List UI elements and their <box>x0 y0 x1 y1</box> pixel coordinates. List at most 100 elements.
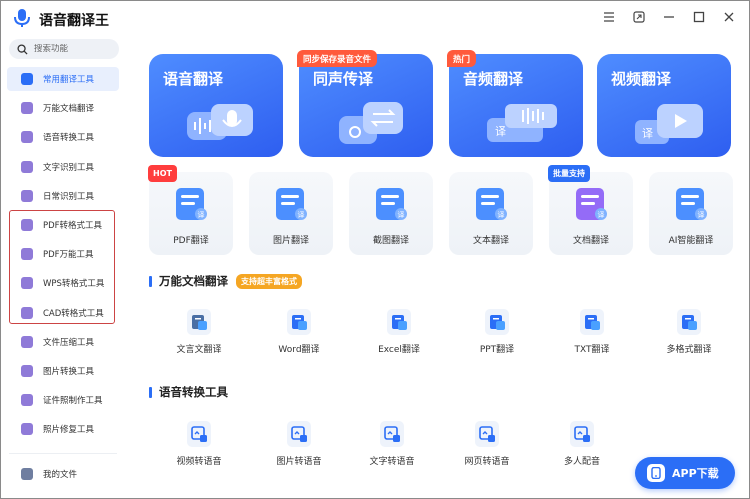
svg-text:译: 译 <box>198 211 205 219</box>
doc-item-4[interactable]: TXT翻译 <box>557 309 627 363</box>
svg-text:译: 译 <box>495 125 506 138</box>
section-doc-tag: 支持超丰富格式 <box>236 273 302 289</box>
sidebar-item-0[interactable]: 常用翻译工具 <box>7 67 119 91</box>
hero-card-1[interactable]: 同声传译 <box>299 54 433 157</box>
title-bar: 语音翻译王 <box>1 1 749 37</box>
doc-item-5[interactable]: 多格式翻译 <box>654 309 724 363</box>
hero-card-badge: 同步保存录音文件 <box>297 50 378 67</box>
ai-robot-icon: 译 <box>674 186 708 222</box>
sidebar-item-6[interactable]: PDF万能工具 <box>7 242 119 266</box>
tool-card-0[interactable]: 译 PDF翻译 HOT <box>148 165 233 255</box>
tool-card-5[interactable]: 译 AI智能翻译 <box>649 172 733 255</box>
doc-icon <box>21 102 33 115</box>
id-photo-icon <box>21 394 33 407</box>
pin-icon[interactable] <box>631 9 647 25</box>
image-icon <box>21 365 33 377</box>
section-doc-title: 万能文档翻译 支持超丰富格式 <box>149 273 302 289</box>
search-box[interactable] <box>9 39 119 59</box>
sidebar: 常用翻译工具万能文档翻译语音转换工具文字识别工具日常识别工具 PDF转格式工具 PD… <box>1 37 127 498</box>
hero-card-badge: 热门 <box>447 50 477 67</box>
screenshot-icon: 译 <box>374 186 408 222</box>
sidebar-item-12[interactable]: 照片修复工具 <box>7 417 119 441</box>
search-icon <box>17 43 28 55</box>
tool-card-badge: 批量支持 <box>548 165 590 182</box>
sidebar-item-3[interactable]: 文字识别工具 <box>7 155 119 179</box>
hero-card-3[interactable]: 视频翻译译 <box>597 54 731 157</box>
doc-item-label: Excel翻译 <box>378 345 420 355</box>
main-content: 语音翻译 同声传译 同步保存录音文件 音频翻译译热门 视频翻译译 译 PDF翻译 HOT 译图… <box>129 37 749 498</box>
hero-illustration-icon <box>183 98 263 152</box>
ocr-icon <box>21 160 33 173</box>
sidebar-item-8[interactable]: CAD转格式工具 <box>7 301 119 325</box>
txt-icon <box>580 309 604 335</box>
close-icon[interactable] <box>721 9 737 25</box>
sidebar-item-my-files[interactable]: 我的文件 <box>7 462 119 486</box>
voice-item-4[interactable]: 多人配音 <box>547 421 617 475</box>
voice-item-1[interactable]: 图片转语音 <box>264 421 334 475</box>
menu-icon[interactable] <box>601 9 617 25</box>
sidebar-item-label: 图片转换工具 <box>43 367 95 377</box>
doc-item-3[interactable]: PPT翻译 <box>462 309 532 363</box>
hero-illustration-icon: 译 <box>631 98 711 152</box>
pdf-icon <box>21 219 33 231</box>
voice-icon <box>21 131 33 144</box>
maximize-icon[interactable] <box>691 9 707 25</box>
app-download-button[interactable]: APP下载 <box>635 457 735 489</box>
text-to-audio-icon <box>380 421 404 447</box>
hero-card-2[interactable]: 音频翻译译 <box>449 54 583 157</box>
svg-text:译: 译 <box>398 211 405 219</box>
sidebar-item-2[interactable]: 语音转换工具 <box>7 125 119 149</box>
multi-format-icon <box>677 309 701 335</box>
svg-text:译: 译 <box>498 211 505 219</box>
tool-card-badge: HOT <box>148 165 177 182</box>
doc-item-1[interactable]: Word翻译 <box>264 309 334 363</box>
ppt-icon <box>485 309 509 335</box>
sidebar-item-9[interactable]: 文件压缩工具 <box>7 330 119 354</box>
sidebar-item-7[interactable]: WPS转格式工具 <box>7 271 119 295</box>
sidebar-item-5[interactable]: PDF转格式工具 <box>7 213 119 237</box>
sidebar-item-label: 常用翻译工具 <box>43 75 95 85</box>
search-input[interactable] <box>34 44 112 54</box>
sidebar-item-4[interactable]: 日常识别工具 <box>7 184 119 208</box>
sidebar-item-11[interactable]: 证件照制作工具 <box>7 388 119 412</box>
sidebar-item-label: 照片修复工具 <box>43 425 95 436</box>
wps-icon <box>21 277 33 290</box>
sidebar-item-label: PDF转格式工具 <box>43 221 103 231</box>
hero-card-0[interactable]: 语音翻译 <box>149 54 283 157</box>
web-to-audio-icon <box>475 421 499 447</box>
sidebar-item-10[interactable]: 图片转换工具 <box>7 359 119 383</box>
tool-card-4[interactable]: 译文档翻译 批量支持 <box>548 165 633 255</box>
pdf-icon: 译 <box>174 186 208 222</box>
svg-text:译: 译 <box>642 127 653 140</box>
voice-item-label: 视频转语音 <box>176 457 222 467</box>
cad-icon <box>21 306 33 319</box>
voice-item-2[interactable]: 文字转语音 <box>357 421 427 475</box>
voice-item-label: 多人配音 <box>563 457 600 467</box>
voice-item-label: 图片转语音 <box>276 457 322 467</box>
phone-icon <box>647 464 665 482</box>
svg-text:译: 译 <box>298 211 305 219</box>
photo-fix-icon <box>21 423 33 436</box>
hero-card-title: 视频翻译 <box>611 70 672 88</box>
minimize-icon[interactable] <box>661 9 677 25</box>
voice-item-0[interactable]: 视频转语音 <box>164 421 234 475</box>
tool-card-label: 图片翻译 <box>272 236 309 246</box>
scan-icon <box>21 189 33 202</box>
app-window: 语音翻译王 常用翻译工具万能文档翻译语音转换工具文字识别工具日常识别工具 <box>0 0 750 499</box>
voice-item-3[interactable]: 网页转语音 <box>452 421 522 475</box>
doc-item-2[interactable]: Excel翻译 <box>364 309 434 363</box>
tool-card-2[interactable]: 译截图翻译 <box>349 172 433 255</box>
tool-card-label: PDF翻译 <box>173 236 209 246</box>
doc-item-0[interactable]: 文言文翻译 <box>164 309 234 363</box>
sidebar-item-1[interactable]: 万能文档翻译 <box>7 96 119 120</box>
classical-icon <box>187 309 211 335</box>
section-voice-title: 语音转换工具 <box>149 384 228 400</box>
doc-item-label: Word翻译 <box>278 345 320 355</box>
microphone-logo-icon <box>14 9 30 27</box>
tool-card-label: 文档翻译 <box>572 236 609 246</box>
tool-card-3[interactable]: 译文本翻译 <box>449 172 533 255</box>
tool-card-1[interactable]: 译图片翻译 <box>249 172 333 255</box>
doc-item-label: PPT翻译 <box>479 345 515 355</box>
sidebar-item-label: 我的文件 <box>43 470 78 480</box>
folder-icon <box>21 468 33 480</box>
